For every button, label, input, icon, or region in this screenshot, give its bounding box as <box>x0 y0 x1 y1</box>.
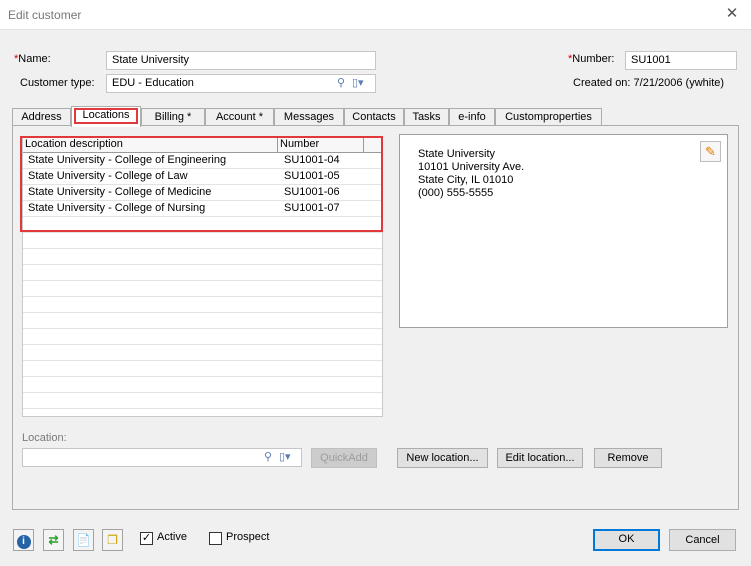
dropdown-picker-icon[interactable]: ▯▾ <box>279 449 291 465</box>
name-field[interactable]: State University <box>106 51 376 70</box>
empty-row <box>23 233 382 249</box>
empty-row <box>23 249 382 265</box>
location-label: Location: <box>22 432 67 444</box>
title-bar: Edit customer ✕ <box>0 0 751 30</box>
empty-row <box>23 313 382 329</box>
active-label: Active <box>157 531 187 543</box>
tab-address[interactable]: Address <box>12 108 71 126</box>
remove-button[interactable]: Remove <box>594 448 662 468</box>
copy-document-icon[interactable]: ❐ <box>102 529 123 551</box>
location-input[interactable] <box>22 448 302 467</box>
table-row[interactable]: State University - College of Nursing SU1… <box>23 201 382 217</box>
info-icon[interactable]: i <box>13 529 34 551</box>
number-label: *Number: <box>568 53 615 65</box>
address-line: State University <box>418 148 496 160</box>
tab-customproperties[interactable]: Customproperties <box>495 108 602 126</box>
empty-row <box>23 329 382 345</box>
empty-row <box>23 377 382 393</box>
tab-messages[interactable]: Messages <box>274 108 344 126</box>
customer-type-field[interactable]: EDU - Education <box>106 74 376 93</box>
pencil-icon[interactable]: ✎ <box>700 141 721 162</box>
table-row[interactable]: State University - College of Medicine SU… <box>23 185 382 201</box>
prospect-checkbox[interactable] <box>209 532 222 545</box>
tab-contacts[interactable]: Contacts <box>344 108 404 126</box>
active-checkbox[interactable]: ✓ <box>140 532 153 545</box>
address-preview: State University 10101 University Ave. S… <box>399 134 728 328</box>
prospect-label: Prospect <box>226 531 270 543</box>
empty-row <box>23 393 382 409</box>
document-icon[interactable]: 📄 <box>73 529 94 551</box>
new-location-button[interactable]: New location... <box>397 448 488 468</box>
column-header-number[interactable]: Number <box>278 137 364 153</box>
address-line: (000) 555-5555 <box>418 187 494 199</box>
created-on: Created on: 7/21/2006 (ywhite) <box>573 77 725 89</box>
number-field[interactable]: SU1001 <box>625 51 737 70</box>
address-line: 10101 University Ave. <box>418 161 525 173</box>
empty-row <box>23 217 382 233</box>
empty-row <box>23 361 382 377</box>
address-line: State City, IL 01010 <box>418 174 514 186</box>
locations-grid[interactable]: Location description Number State Univer… <box>22 136 383 417</box>
dropdown-picker-icon[interactable]: ▯▾ <box>352 75 364 91</box>
empty-row <box>23 345 382 361</box>
close-icon[interactable]: ✕ <box>723 4 741 24</box>
tab-locations[interactable]: Locations <box>71 106 141 127</box>
name-label: *Name: <box>14 53 51 65</box>
empty-row <box>23 297 382 313</box>
grid-header: Location description Number <box>23 137 382 153</box>
edit-location-button[interactable]: Edit location... <box>497 448 583 468</box>
swap-arrows-icon[interactable]: ⇄ <box>43 529 64 551</box>
empty-row <box>23 281 382 297</box>
column-header-description[interactable]: Location description <box>23 137 278 153</box>
ok-button[interactable]: OK <box>593 529 660 551</box>
quickadd-button[interactable]: QuickAdd <box>311 448 377 468</box>
search-icon[interactable]: ⚲ <box>337 75 345 91</box>
cancel-button[interactable]: Cancel <box>669 529 736 551</box>
tab-billing[interactable]: Billing * <box>141 108 205 126</box>
tab-account[interactable]: Account * <box>205 108 274 126</box>
table-row[interactable]: State University - College of Law SU1001-… <box>23 169 382 185</box>
table-row[interactable]: State University - College of Engineerin… <box>23 153 382 169</box>
window-title: Edit customer <box>8 8 82 22</box>
empty-row <box>23 265 382 281</box>
search-icon[interactable]: ⚲ <box>264 449 272 465</box>
tab-tasks[interactable]: Tasks <box>404 108 449 126</box>
customer-type-label: Customer type: <box>20 77 95 89</box>
tab-e-info[interactable]: e-info <box>449 108 495 126</box>
